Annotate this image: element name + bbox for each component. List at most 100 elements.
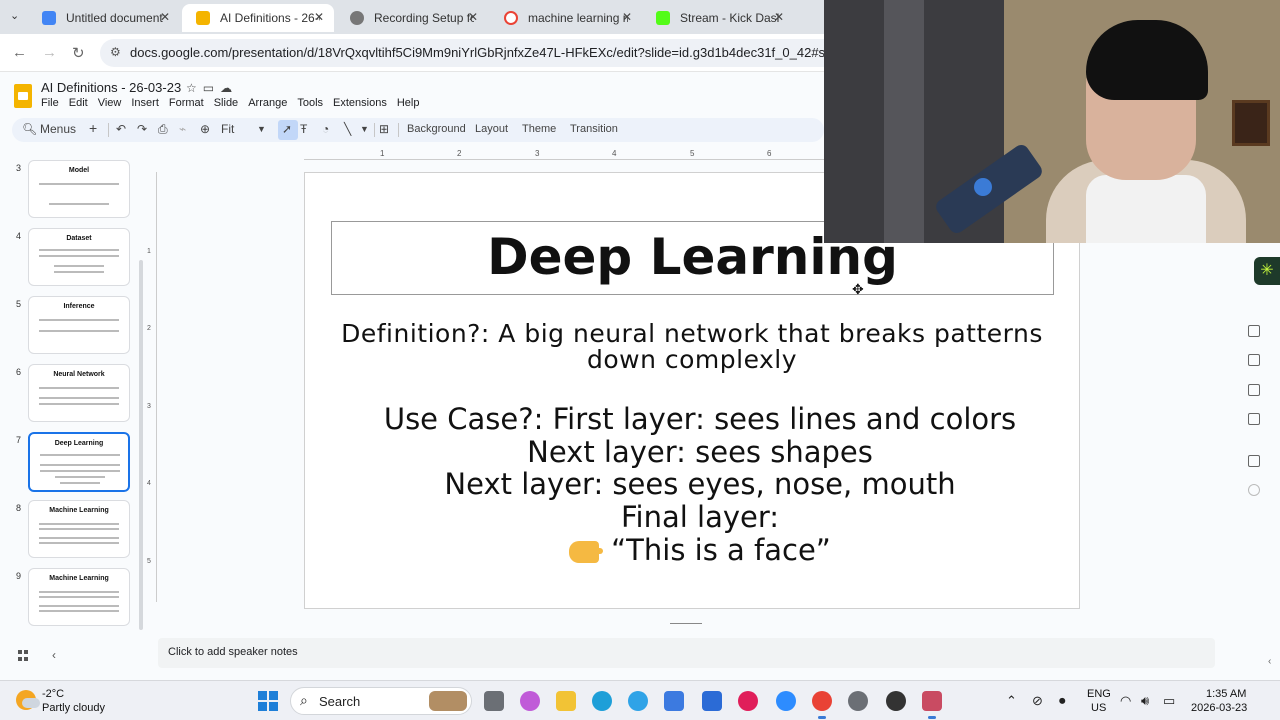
clock-date[interactable]: 2026-03-23 <box>1191 702 1247 714</box>
search-menus-icon[interactable]: 🔍︎ <box>22 122 37 136</box>
forward-arrow-icon[interactable]: → <box>42 44 57 61</box>
print-icon[interactable]: ⎙ <box>158 122 168 137</box>
menu-file[interactable]: File <box>41 97 59 109</box>
notes-resize-handle[interactable] <box>670 623 702 624</box>
task-view-icon[interactable] <box>484 691 504 711</box>
definition-text[interactable]: Definition?: A big neural network that b… <box>340 321 1044 373</box>
undo-icon[interactable]: ↶ <box>116 122 126 136</box>
battery-icon[interactable]: ▭ <box>1163 693 1175 709</box>
close-tab-icon[interactable]: ✕ <box>468 10 478 24</box>
chevron-down-icon[interactable]: ▼ <box>360 124 369 134</box>
menu-insert[interactable]: Insert <box>131 97 159 109</box>
layout-button[interactable]: Layout <box>475 123 508 135</box>
taskbar-search[interactable]: ⌕ Search <box>290 687 472 715</box>
tab-recording-setup[interactable]: Recording Setup for ✕ <box>336 4 488 32</box>
wifi-icon[interactable]: ◠ <box>1120 693 1131 709</box>
folder-sync-icon[interactable] <box>628 691 648 711</box>
slide-thumbnail[interactable]: Machine Learning <box>28 500 130 558</box>
grid-view-icon[interactable] <box>18 650 29 661</box>
search-menus-label[interactable]: Menus <box>40 122 76 136</box>
close-tab-icon[interactable]: ✕ <box>314 10 324 24</box>
clock-time[interactable]: 1:35 AM <box>1206 688 1246 700</box>
volume-icon[interactable]: 🔊︎ <box>1141 693 1149 709</box>
zoom-fit-select[interactable]: Fit <box>221 122 234 136</box>
calendar-app-icon[interactable] <box>702 691 722 711</box>
usecase-line[interactable]: Next layer: sees shapes <box>340 435 1060 469</box>
folder-icon[interactable] <box>1248 413 1260 425</box>
redo-icon[interactable]: ↷ <box>137 122 147 136</box>
chrome-icon[interactable] <box>812 691 832 711</box>
tab-ai-definitions[interactable]: AI Definitions - 26-0 ✕ <box>182 4 334 32</box>
new-slide-plus-icon[interactable]: + <box>89 120 97 136</box>
menu-extensions[interactable]: Extensions <box>333 97 387 109</box>
language-indicator-line2[interactable]: US <box>1091 702 1106 714</box>
keep-icon[interactable] <box>1248 354 1260 366</box>
menu-slide[interactable]: Slide <box>214 97 238 109</box>
calendar-icon[interactable] <box>1248 325 1260 337</box>
reload-icon[interactable]: ↻ <box>72 44 85 62</box>
usecase-line[interactable]: Use Case?: First layer: sees lines and c… <box>340 402 1060 436</box>
outlook-icon[interactable] <box>664 691 684 711</box>
microphone-icon[interactable]: ⏺ <box>1059 693 1066 709</box>
show-hidden-icons-chevron-icon[interactable]: ⌃ <box>1006 693 1017 709</box>
record-icon[interactable] <box>1248 484 1260 496</box>
notifications-off-icon[interactable]: ⊘ <box>1032 693 1043 709</box>
move-folder-icon[interactable]: ▭ <box>203 81 220 95</box>
horizontal-ruler[interactable]: 1 2 3 4 5 6 <box>304 149 824 160</box>
slide-thumbnail[interactable]: Dataset <box>28 228 130 286</box>
cloud-saved-icon[interactable]: ☁ <box>220 81 238 95</box>
slide-thumbnail[interactable]: Machine Learning <box>28 568 130 626</box>
document-title[interactable]: AI Definitions - 26-03-23 <box>41 80 181 95</box>
comment-add-icon[interactable]: ⊞ <box>379 122 389 136</box>
slide-thumbnail[interactable]: Model <box>28 160 130 218</box>
filmstrip-scrollbar[interactable] <box>139 260 143 630</box>
paint-format-icon[interactable]: ⌁ <box>179 122 186 136</box>
usecase-line[interactable]: Final layer: <box>340 500 1060 534</box>
windows-start-icon[interactable] <box>258 691 278 711</box>
recorder-app-icon[interactable] <box>922 691 942 711</box>
tab-machine-learning-search[interactable]: machine learning me ✕ <box>490 4 642 32</box>
slide-thumbnail[interactable]: Neural Network <box>28 364 130 422</box>
file-explorer-icon[interactable] <box>556 691 576 711</box>
expand-side-panel-icon[interactable]: ‹ <box>1268 656 1271 667</box>
usecase-line[interactable]: Next layer: sees eyes, nose, mouth <box>340 467 1060 501</box>
transition-button[interactable]: Transition <box>570 123 618 135</box>
select-cursor-icon[interactable]: ➚ <box>282 122 292 136</box>
close-tab-icon[interactable]: ✕ <box>774 10 784 24</box>
weather-description[interactable]: Partly cloudy <box>42 702 105 714</box>
collapse-filmstrip-icon[interactable]: ‹ <box>52 648 56 662</box>
tab-untitled-document[interactable]: Untitled document - ✕ <box>28 4 180 32</box>
line-icon[interactable]: ╲ <box>344 122 351 136</box>
edge-icon[interactable] <box>592 691 612 711</box>
star-icon[interactable]: ☆ <box>186 81 203 95</box>
settings-gear-icon[interactable] <box>848 691 868 711</box>
add-on-icon[interactable] <box>1248 455 1260 467</box>
usecase-final-line[interactable]: “This is a face” <box>340 533 1060 567</box>
zoom-icon[interactable]: ⊕ <box>200 122 210 136</box>
background-button[interactable]: Background <box>407 123 466 135</box>
vertical-ruler[interactable]: 1 2 3 4 5 <box>147 172 157 602</box>
zoom-icon[interactable] <box>776 691 796 711</box>
text-box-icon[interactable]: Ŧ <box>300 122 307 136</box>
chevron-down-icon[interactable]: ▼ <box>257 124 266 134</box>
slide-thumbnail[interactable]: Inference <box>28 296 130 354</box>
slides-logo-icon[interactable] <box>14 84 32 108</box>
slack-icon[interactable] <box>738 691 758 711</box>
shape-icon[interactable]: ◔ <box>322 122 329 136</box>
copilot-icon[interactable] <box>520 691 540 711</box>
close-tab-icon[interactable]: ✕ <box>160 10 170 24</box>
slide-thumbnail-selected[interactable]: Deep Learning <box>28 432 130 492</box>
menu-arrange[interactable]: Arrange <box>248 97 287 109</box>
back-arrow-icon[interactable]: ← <box>12 44 27 61</box>
tasks-icon[interactable] <box>1248 384 1260 396</box>
obs-icon[interactable] <box>886 691 906 711</box>
weather-temperature[interactable]: -2°C <box>42 688 64 700</box>
menu-edit[interactable]: Edit <box>69 97 88 109</box>
menu-tools[interactable]: Tools <box>297 97 323 109</box>
theme-button[interactable]: Theme <box>522 123 556 135</box>
menu-format[interactable]: Format <box>169 97 204 109</box>
language-indicator-line1[interactable]: ENG <box>1087 688 1111 700</box>
menu-view[interactable]: View <box>98 97 122 109</box>
tab-kick-dashboard[interactable]: Stream - Kick Dashb ✕ <box>642 4 794 32</box>
site-settings-icon[interactable]: ⚙ <box>110 45 121 59</box>
